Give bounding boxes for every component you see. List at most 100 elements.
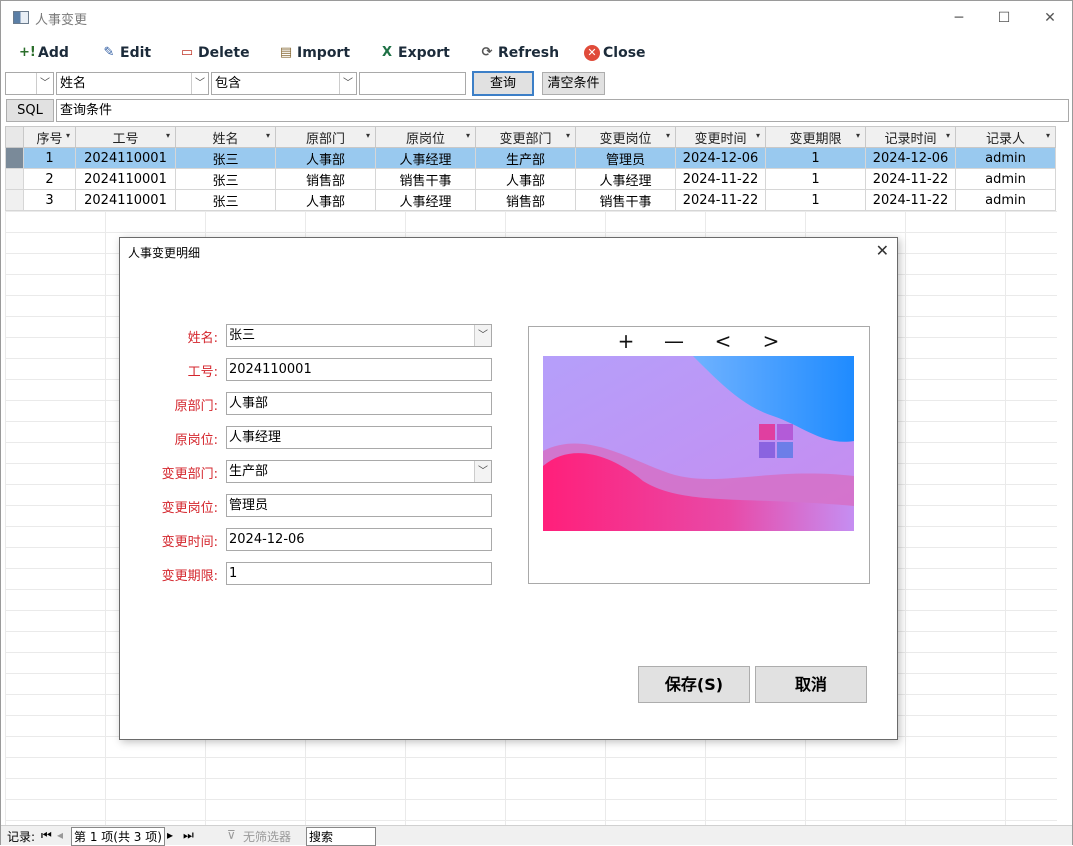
prev-record-icon[interactable]: ◂	[57, 828, 63, 842]
save-button[interactable]: 保存(S)	[638, 666, 750, 703]
table-cell[interactable]: admin	[955, 168, 1056, 190]
dialog-close-icon[interactable]: ✕	[876, 241, 889, 260]
column-header[interactable]: 原岗位 ▾	[375, 126, 476, 148]
table-cell[interactable]: 人事经理	[575, 168, 676, 190]
last-record-icon[interactable]: ⏭	[183, 828, 194, 843]
table-cell[interactable]: 销售干事	[575, 189, 676, 211]
table-cell[interactable]: 2024110001	[75, 189, 176, 211]
row-header[interactable]	[5, 168, 24, 190]
field-input[interactable]: 人事部	[226, 392, 492, 415]
logic-combo[interactable]: ﹀	[5, 72, 54, 95]
table-cell[interactable]: admin	[955, 147, 1056, 169]
column-header[interactable]: 记录人 ▾	[955, 126, 1056, 148]
row-header[interactable]	[5, 147, 24, 169]
table-cell[interactable]: 2024-11-22	[675, 168, 766, 190]
maximize-icon[interactable]: ☐	[981, 5, 1027, 31]
add-button[interactable]: +! Add	[19, 42, 69, 64]
table-cell[interactable]: 人事部	[475, 168, 576, 190]
record-position[interactable]: 第 1 项(共 3 项)	[71, 827, 165, 846]
table-cell[interactable]: 1	[765, 147, 866, 169]
table-cell[interactable]: 张三	[175, 147, 276, 169]
table-cell[interactable]: 1	[23, 147, 76, 169]
column-header[interactable]: 工号 ▾	[75, 126, 176, 148]
field-combo[interactable]: 张三 ﹀	[226, 324, 492, 347]
column-header[interactable]: 变更期限 ▾	[765, 126, 866, 148]
column-header[interactable]: 变更岗位 ▾	[575, 126, 676, 148]
table-row[interactable]: 3 2024110001 张三 人事部 人事经理 销售部 销售干事 2024-11-22 1 20…	[5, 189, 1056, 211]
field-input[interactable]: 2024110001	[226, 358, 492, 381]
next-record-icon[interactable]: ▸	[167, 828, 173, 842]
table-cell[interactable]: 销售部	[475, 189, 576, 211]
close-icon[interactable]: ✕	[1027, 5, 1073, 31]
sort-dropdown-icon[interactable]: ▾	[946, 131, 950, 140]
sql-condition-input[interactable]: 查询条件	[56, 99, 1069, 122]
minimize-icon[interactable]: ─	[936, 5, 982, 31]
table-cell[interactable]: 销售部	[275, 168, 376, 190]
table-cell[interactable]: 张三	[175, 189, 276, 211]
row-header[interactable]	[5, 189, 24, 211]
refresh-button[interactable]: ⟳ Refresh	[479, 42, 560, 64]
field-input[interactable]: 人事经理	[226, 426, 492, 449]
edit-button[interactable]: ✎ Edit	[101, 42, 152, 64]
table-cell[interactable]: admin	[955, 189, 1056, 211]
filter-value-input[interactable]	[359, 72, 466, 95]
field-input[interactable]: 2024-12-06	[226, 528, 492, 551]
table-cell[interactable]: 2024-12-06	[865, 147, 956, 169]
sort-dropdown-icon[interactable]: ▾	[566, 131, 570, 140]
no-filter-label[interactable]: 无筛选器	[243, 828, 291, 845]
table-cell[interactable]: 1	[765, 168, 866, 190]
close-button[interactable]: ✕ Close	[584, 42, 646, 64]
zoom-in-icon[interactable]: +	[611, 329, 641, 353]
table-cell[interactable]: 人事经理	[375, 189, 476, 211]
next-icon[interactable]: >	[756, 329, 786, 353]
table-cell[interactable]: 销售干事	[375, 168, 476, 190]
cancel-button[interactable]: 取消	[755, 666, 867, 703]
field-combo[interactable]: 生产部 ﹀	[226, 460, 492, 483]
column-header[interactable]: 变更时间 ▾	[675, 126, 766, 148]
table-row[interactable]: 1 2024110001 张三 人事部 人事经理 生产部 管理员 2024-12-06 1 202…	[5, 147, 1056, 169]
sort-dropdown-icon[interactable]: ▾	[1046, 131, 1050, 140]
column-header[interactable]: 序号 ▾	[23, 126, 76, 148]
table-row[interactable]: 2 2024110001 张三 销售部 销售干事 人事部 人事经理 2024-11-22 1 20…	[5, 168, 1056, 190]
sql-button[interactable]: SQL	[6, 99, 54, 122]
sort-dropdown-icon[interactable]: ▾	[856, 131, 860, 140]
sort-dropdown-icon[interactable]: ▾	[466, 131, 470, 140]
sort-dropdown-icon[interactable]: ▾	[266, 131, 270, 140]
clear-conditions-button[interactable]: 清空条件	[542, 72, 605, 95]
table-cell[interactable]: 1	[765, 189, 866, 211]
export-button[interactable]: X Export	[379, 42, 450, 64]
previous-icon[interactable]: <	[708, 329, 738, 353]
column-header[interactable]: 姓名 ▾	[175, 126, 276, 148]
table-cell[interactable]: 人事部	[275, 189, 376, 211]
sort-dropdown-icon[interactable]: ▾	[666, 131, 670, 140]
column-header[interactable]: 变更部门 ▾	[475, 126, 576, 148]
table-cell[interactable]: 人事经理	[375, 147, 476, 169]
import-button[interactable]: ▤ Import	[278, 42, 350, 64]
table-cell[interactable]: 2024110001	[75, 147, 176, 169]
table-cell[interactable]: 3	[23, 189, 76, 211]
table-cell[interactable]: 人事部	[275, 147, 376, 169]
table-cell[interactable]: 管理员	[575, 147, 676, 169]
table-cell[interactable]: 张三	[175, 168, 276, 190]
field-combo[interactable]: 姓名 ﹀	[56, 72, 209, 95]
column-header[interactable]: 记录时间 ▾	[865, 126, 956, 148]
table-cell[interactable]: 生产部	[475, 147, 576, 169]
operator-combo[interactable]: 包含 ﹀	[211, 72, 357, 95]
first-record-icon[interactable]: ⏮	[41, 828, 52, 843]
table-cell[interactable]: 2	[23, 168, 76, 190]
sort-dropdown-icon[interactable]: ▾	[366, 131, 370, 140]
delete-button[interactable]: ▭ Delete	[179, 42, 250, 64]
field-input[interactable]: 管理员	[226, 494, 492, 517]
sort-dropdown-icon[interactable]: ▾	[756, 131, 760, 140]
table-cell[interactable]: 2024110001	[75, 168, 176, 190]
query-button[interactable]: 查询	[472, 71, 534, 96]
column-header[interactable]: 原部门 ▾	[275, 126, 376, 148]
search-input[interactable]: 搜索	[306, 827, 376, 846]
sort-dropdown-icon[interactable]: ▾	[166, 131, 170, 140]
zoom-out-icon[interactable]: —	[659, 329, 689, 353]
table-cell[interactable]: 2024-11-22	[675, 189, 766, 211]
table-cell[interactable]: 2024-11-22	[865, 168, 956, 190]
sort-dropdown-icon[interactable]: ▾	[66, 131, 70, 140]
field-input[interactable]: 1	[226, 562, 492, 585]
table-cell[interactable]: 2024-11-22	[865, 189, 956, 211]
